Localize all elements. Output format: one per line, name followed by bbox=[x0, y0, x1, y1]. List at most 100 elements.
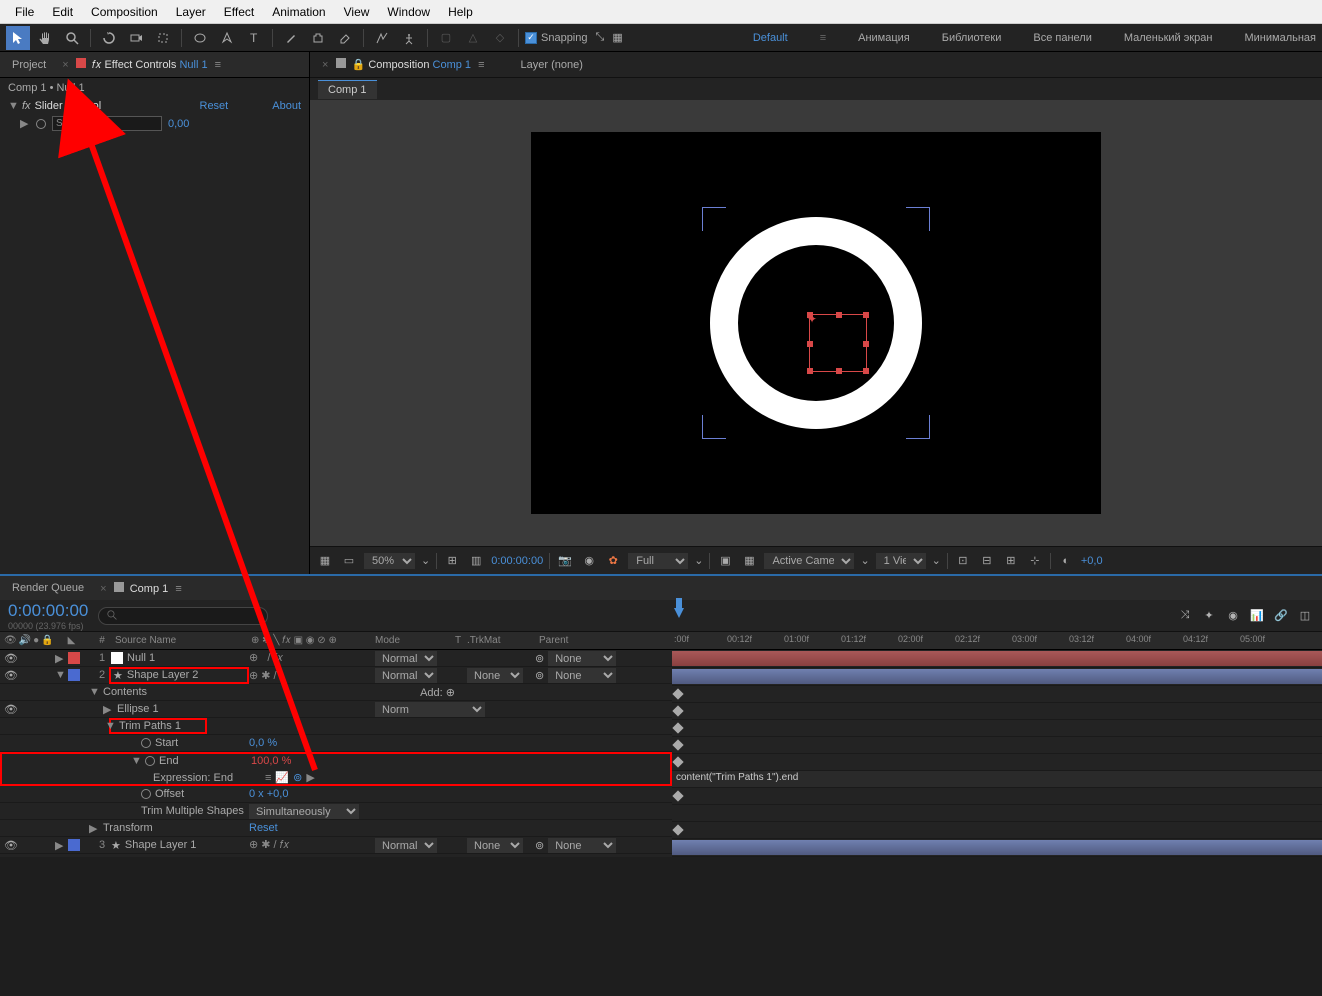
graph-icon[interactable]: 📊 bbox=[1248, 607, 1266, 625]
stopwatch-icon[interactable] bbox=[36, 119, 46, 129]
workspace-libraries[interactable]: Библиотеки bbox=[942, 32, 1002, 44]
label-col-icon[interactable]: ◣ bbox=[68, 635, 76, 646]
label-swatch[interactable] bbox=[68, 652, 80, 664]
composition-viewer[interactable]: ✦ bbox=[310, 100, 1322, 546]
add-button[interactable]: ⊕ bbox=[446, 687, 455, 699]
pen-tool[interactable] bbox=[215, 26, 239, 50]
menu-view[interactable]: View bbox=[335, 5, 379, 19]
composition-tab[interactable]: × 🔒 Composition Comp 1 ≡ bbox=[318, 58, 489, 71]
keyframe-icon[interactable] bbox=[672, 688, 683, 699]
col-mode[interactable]: Mode bbox=[375, 635, 455, 646]
project-tab[interactable]: Project bbox=[8, 59, 50, 71]
null-bounding-box[interactable] bbox=[809, 314, 867, 372]
zoom-chevron-icon[interactable]: ⌄ bbox=[421, 554, 430, 567]
playhead[interactable] bbox=[672, 598, 686, 626]
trkmat-select[interactable]: None bbox=[467, 668, 523, 683]
trkmat-select[interactable]: None bbox=[467, 838, 523, 853]
lock-icon[interactable]: 🔒 bbox=[352, 59, 366, 71]
track-shape1[interactable] bbox=[672, 840, 1322, 857]
menu-file[interactable]: File bbox=[6, 5, 43, 19]
layer-row-shape1[interactable]: 👁▶ 3 ★Shape Layer 1 ⊕ ✱ / 𝑓𝑥 Normal None… bbox=[0, 837, 672, 854]
keyframe-icon[interactable] bbox=[672, 756, 683, 767]
twirl-icon[interactable]: ▶ bbox=[55, 839, 65, 852]
close-icon[interactable]: × bbox=[62, 59, 68, 71]
menu-window[interactable]: Window bbox=[378, 5, 439, 19]
close-icon[interactable]: × bbox=[100, 583, 106, 595]
pixel-icon[interactable]: ⊡ bbox=[954, 552, 972, 570]
expr-pickwhip-icon[interactable]: ⊚ bbox=[293, 771, 302, 784]
parent-select[interactable]: None bbox=[548, 838, 616, 853]
trimpaths-row[interactable]: ▼Trim Paths 1 bbox=[0, 718, 672, 735]
start-row[interactable]: Start 0,0 % bbox=[0, 735, 672, 752]
expr-lang-icon[interactable]: ▶ bbox=[306, 771, 314, 784]
mask-icon[interactable]: ▭ bbox=[340, 552, 358, 570]
end-row[interactable]: ▼ End 100,0 % Expression: End ≡ 📈 ⊚ ▶ bbox=[0, 752, 672, 786]
parent-select[interactable]: None bbox=[548, 651, 616, 666]
slider-input[interactable] bbox=[52, 116, 162, 131]
eye-icon[interactable]: 👁 bbox=[4, 652, 18, 665]
keyframe-icon[interactable] bbox=[672, 824, 683, 835]
effect-reset[interactable]: Reset bbox=[200, 100, 229, 112]
roi-icon[interactable]: ▣ bbox=[716, 552, 734, 570]
layer-row-null1[interactable]: 👁▶ 1 Null 1 ⊕ / 𝑓𝑥 Normal ⊚None bbox=[0, 650, 672, 667]
trim-multi-select[interactable]: Simultaneously bbox=[249, 804, 359, 819]
zoom-select[interactable]: 50% bbox=[364, 553, 415, 569]
workspace-menu-icon[interactable]: ≡ bbox=[820, 32, 826, 44]
transparency-icon[interactable]: ▦ bbox=[740, 552, 758, 570]
camera-select[interactable]: Active Camera bbox=[764, 553, 854, 569]
comp-subtab-item[interactable]: Comp 1 bbox=[318, 80, 377, 99]
pickwhip-icon[interactable]: ⊚ bbox=[535, 839, 544, 852]
views-select[interactable]: 1 View bbox=[876, 553, 926, 569]
menu-edit[interactable]: Edit bbox=[43, 5, 82, 19]
col-parent[interactable]: Parent bbox=[535, 635, 672, 646]
flowchart-icon[interactable]: ⊹ bbox=[1026, 552, 1044, 570]
roto-tool[interactable] bbox=[370, 26, 394, 50]
hand-tool[interactable] bbox=[33, 26, 57, 50]
mode-select[interactable]: Normal bbox=[375, 838, 437, 853]
zoom-tool[interactable] bbox=[60, 26, 84, 50]
cam-chevron-icon[interactable]: ⌄ bbox=[860, 554, 869, 567]
col-trkmat[interactable]: .TrkMat bbox=[467, 635, 535, 646]
res-chevron-icon[interactable]: ⌄ bbox=[694, 554, 703, 567]
eye-icon[interactable]: 👁 bbox=[4, 839, 18, 852]
eye-icon[interactable]: 👁 bbox=[4, 669, 18, 682]
motion-blur-icon[interactable]: ◉ bbox=[1224, 607, 1242, 625]
effect-about[interactable]: About bbox=[272, 100, 301, 112]
show-channel-icon[interactable]: ◉ bbox=[580, 552, 598, 570]
resolution-select[interactable]: Full bbox=[628, 553, 688, 569]
brush-tool[interactable] bbox=[279, 26, 303, 50]
twirl-icon[interactable]: ▶ bbox=[20, 117, 30, 130]
eye-icon[interactable]: 👁 bbox=[4, 703, 18, 716]
panel-menu-icon[interactable]: ≡ bbox=[215, 59, 221, 71]
grid-icon[interactable]: ▦ bbox=[316, 552, 334, 570]
timeline-tracks[interactable]: :00f 00:12f 01:00f 01:12f 02:00f 02:12f … bbox=[672, 632, 1322, 857]
camera-tool[interactable] bbox=[124, 26, 148, 50]
keyframe-icon[interactable] bbox=[672, 722, 683, 733]
stopwatch-icon[interactable] bbox=[141, 789, 151, 799]
twirl-icon[interactable]: ▶ bbox=[103, 703, 113, 716]
audio-col-icon[interactable]: 🔊 bbox=[19, 635, 31, 646]
keyframe-icon[interactable] bbox=[672, 705, 683, 716]
trim-multi-row[interactable]: Trim Multiple Shapes Simultaneously bbox=[0, 803, 672, 820]
menu-composition[interactable]: Composition bbox=[82, 5, 167, 19]
av-col-icon[interactable]: 👁 bbox=[4, 635, 17, 646]
pickwhip-icon[interactable]: ⊚ bbox=[535, 669, 544, 682]
canvas[interactable]: ✦ bbox=[531, 132, 1101, 514]
twirl-icon[interactable]: ▼ bbox=[8, 100, 18, 112]
shy-icon[interactable]: ⤨ bbox=[1176, 607, 1194, 625]
rotate-tool[interactable] bbox=[97, 26, 121, 50]
keyframe-icon[interactable] bbox=[672, 739, 683, 750]
twirl-icon[interactable]: ▶ bbox=[55, 652, 65, 665]
transform-row[interactable]: ▶Transform Reset bbox=[0, 820, 672, 837]
snapshot-icon[interactable]: 📷 bbox=[556, 552, 574, 570]
mode-select[interactable]: Normal bbox=[375, 651, 437, 666]
close-icon[interactable]: × bbox=[322, 59, 328, 71]
snap-icon[interactable]: ◫ bbox=[1296, 607, 1314, 625]
viewer-time[interactable]: 0:00:00:00 bbox=[491, 555, 543, 567]
panel-menu-icon[interactable]: ≡ bbox=[478, 59, 484, 71]
layer-row-shape2[interactable]: 👁▼ 2 ★Shape Layer 2 ⊕ ✱ / Normal None ⊚N… bbox=[0, 667, 672, 684]
effect-row[interactable]: ▼ fx Slider Control Reset About bbox=[0, 98, 309, 114]
res-icon[interactable]: ⊞ bbox=[443, 552, 461, 570]
solo-col-icon[interactable]: ● bbox=[33, 635, 39, 646]
expr-enable-icon[interactable]: ≡ bbox=[265, 772, 271, 784]
